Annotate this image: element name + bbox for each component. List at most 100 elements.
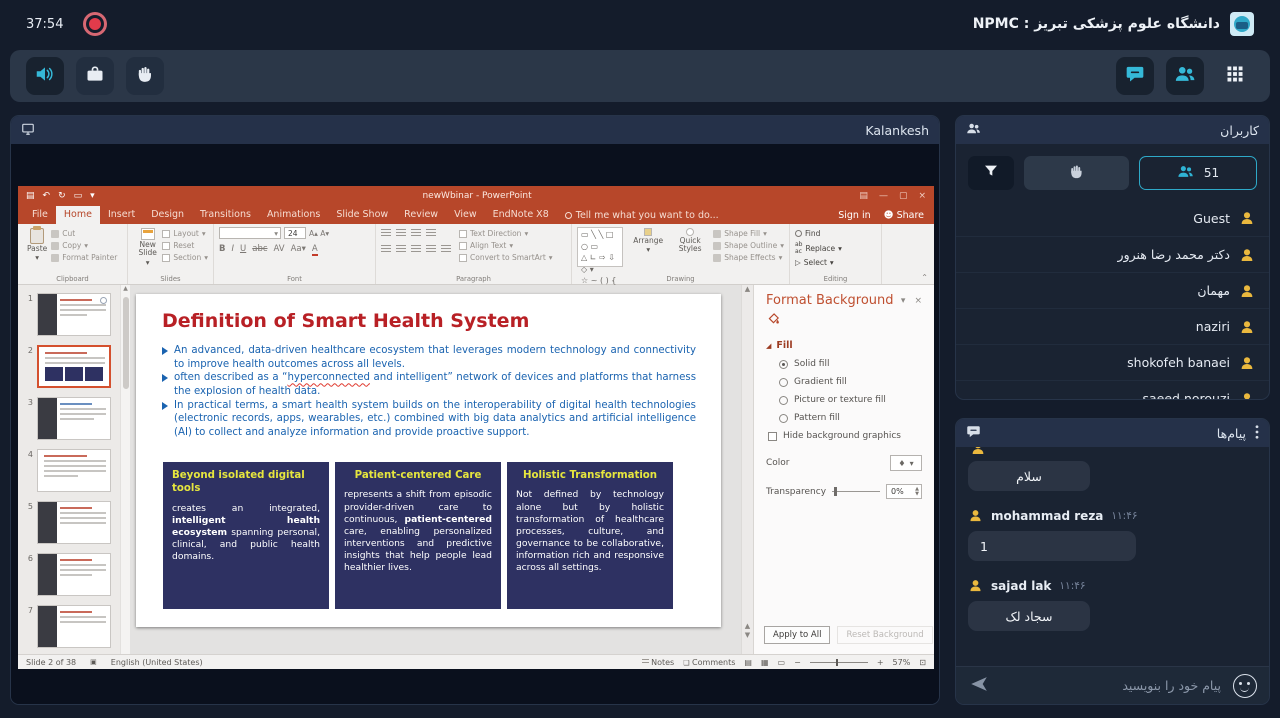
align-center-icon[interactable] (396, 245, 406, 253)
thumbnail-slide-6[interactable]: 6 (24, 553, 116, 596)
close-icon[interactable]: × (918, 191, 926, 201)
zoom-out-icon[interactable]: − (794, 658, 801, 667)
hide-background-checkbox[interactable]: Hide background graphics (768, 431, 922, 441)
pane-close-icon[interactable]: × (914, 296, 922, 306)
send-message-icon[interactable] (968, 673, 990, 699)
thumbnail-slide-2-selected[interactable]: 2 (24, 345, 116, 388)
chat-toggle-button[interactable] (1116, 57, 1154, 95)
tab-transitions[interactable]: Transitions (192, 206, 259, 224)
users-count-button[interactable]: 51 (1139, 156, 1257, 190)
comments-button[interactable]: ❑ Comments (683, 658, 735, 667)
tab-animations[interactable]: Animations (259, 206, 328, 224)
copy-button[interactable]: Copy ▾ (51, 241, 117, 250)
reset-button[interactable]: Reset (162, 241, 208, 250)
filter-users-button[interactable] (968, 156, 1014, 190)
convert-smartart-button[interactable]: Convert to SmartArt ▾ (459, 253, 553, 262)
thumbnail-slide-5[interactable]: 5 (24, 501, 116, 544)
zoom-in-icon[interactable]: + (877, 658, 884, 667)
thumbnails-scrollbar[interactable]: ▲ (120, 285, 130, 654)
emoji-picker-icon[interactable] (1233, 674, 1257, 698)
files-button[interactable] (76, 57, 114, 95)
thumbnail-slide-3[interactable]: 3 (24, 397, 116, 440)
tab-endnote[interactable]: EndNote X8 (485, 206, 557, 224)
align-left-icon[interactable] (381, 245, 391, 253)
notes-button[interactable]: Notes (642, 658, 675, 667)
picture-fill-radio[interactable]: Picture or texture fill (779, 395, 922, 405)
current-slide[interactable]: Definition of Smart Health System An adv… (136, 294, 721, 627)
indent-decrease-icon[interactable] (411, 229, 421, 237)
text-direction-button[interactable]: Text Direction ▾ (459, 229, 553, 238)
apply-to-all-button[interactable]: Apply to All (764, 626, 830, 644)
raise-hand-button[interactable] (126, 57, 164, 95)
numbering-icon[interactable] (396, 229, 406, 237)
layout-grid-button[interactable] (1216, 57, 1254, 95)
color-picker-button[interactable]: ♦▾ (890, 455, 922, 471)
thumbnail-slide-7[interactable]: 7 (24, 605, 116, 648)
justify-icon[interactable] (426, 245, 436, 253)
audio-button[interactable] (26, 57, 64, 95)
cut-button[interactable]: Cut (51, 229, 117, 238)
share-button[interactable]: ☻ Share (884, 210, 924, 221)
tab-design[interactable]: Design (143, 206, 192, 224)
font-size-box[interactable]: 24 (284, 227, 306, 239)
new-slide-button[interactable]: New Slide▾ (133, 227, 162, 268)
solid-fill-radio[interactable]: Solid fill (779, 359, 922, 369)
slideshow-view-icon[interactable]: ▭ (778, 658, 786, 667)
message-input[interactable]: پیام خود را بنویسید (1122, 678, 1221, 693)
italic-button[interactable]: I (231, 244, 234, 254)
align-text-button[interactable]: Align Text ▾ (459, 241, 553, 250)
user-row[interactable]: saeed norouzi (956, 380, 1269, 400)
pane-options-icon[interactable]: ▾ (901, 296, 906, 306)
replace-button[interactable]: abacReplace ▾ (795, 241, 876, 255)
char-spacing-button[interactable]: AV (274, 244, 285, 254)
shapes-gallery[interactable]: ▭ ╲ ╲ □ ○ ▭△ ∟ ⇨ ⇩ ◇ ▾☆ ~ ( ) { } (577, 227, 623, 267)
normal-view-icon[interactable]: ▤ (744, 658, 752, 667)
collapse-ribbon-icon[interactable]: ⌃ (921, 273, 928, 282)
user-row[interactable]: مهمان (956, 272, 1269, 308)
slide-scrollbar[interactable]: ▲▲▼ (741, 285, 753, 654)
paste-button[interactable]: Paste▾ (23, 227, 51, 264)
tab-review[interactable]: Review (396, 206, 446, 224)
tab-home[interactable]: Home (56, 206, 100, 224)
strikethrough-button[interactable]: abc (252, 244, 267, 254)
shape-fill-button[interactable]: Shape Fill ▾ (713, 229, 784, 238)
transparency-slider[interactable] (832, 491, 880, 492)
maximize-icon[interactable]: ▢ (899, 191, 908, 201)
ribbon-options-icon[interactable]: ▤ (859, 191, 868, 201)
font-name-box[interactable]: ▾ (219, 227, 281, 239)
font-color-button[interactable]: A (312, 244, 318, 256)
arrange-button[interactable]: Arrange▾ (629, 227, 667, 267)
minimize-icon[interactable]: — (879, 191, 888, 201)
tab-insert[interactable]: Insert (100, 206, 143, 224)
fill-expand-icon[interactable]: ◢ (766, 342, 771, 350)
redo-icon[interactable]: ↻ (58, 191, 66, 201)
section-button[interactable]: Section ▾ (162, 253, 208, 262)
start-slideshow-icon[interactable]: ▭ (74, 191, 83, 201)
raised-hands-filter-button[interactable] (1024, 156, 1129, 190)
users-toggle-button[interactable] (1166, 57, 1204, 95)
format-painter-button[interactable]: Format Painter (51, 253, 117, 262)
change-case-button[interactable]: Aa▾ (291, 244, 306, 254)
user-row[interactable]: دکتر محمد رضا هنرور (956, 236, 1269, 272)
gradient-fill-radio[interactable]: Gradient fill (779, 377, 922, 387)
record-indicator-icon[interactable] (89, 18, 101, 30)
user-row[interactable]: naziri (956, 308, 1269, 344)
find-button[interactable]: Find (795, 229, 876, 238)
zoom-level[interactable]: 57% (893, 658, 911, 667)
shape-outline-button[interactable]: Shape Outline ▾ (713, 241, 784, 250)
undo-icon[interactable]: ↶ (43, 191, 51, 201)
slide-sorter-icon[interactable]: ▦ (761, 658, 769, 667)
tell-me-box[interactable]: Tell me what you want to do... (557, 206, 727, 224)
thumbnail-slide-4[interactable]: 4 (24, 449, 116, 492)
pattern-fill-radio[interactable]: Pattern fill (779, 413, 922, 423)
save-icon[interactable]: ▤ (26, 191, 35, 201)
line-spacing-icon[interactable] (441, 245, 451, 253)
quick-styles-button[interactable]: Quick Styles (673, 227, 707, 267)
user-row[interactable]: Guest (956, 200, 1269, 236)
layout-button[interactable]: Layout ▾ (162, 229, 208, 238)
bullets-icon[interactable] (381, 229, 391, 237)
ppt-quick-access-toolbar[interactable]: ▤↶↻▭▾ (26, 191, 95, 201)
indent-increase-icon[interactable] (426, 229, 436, 237)
language-status[interactable]: English (United States) (111, 658, 203, 667)
bold-button[interactable]: B (219, 244, 225, 254)
